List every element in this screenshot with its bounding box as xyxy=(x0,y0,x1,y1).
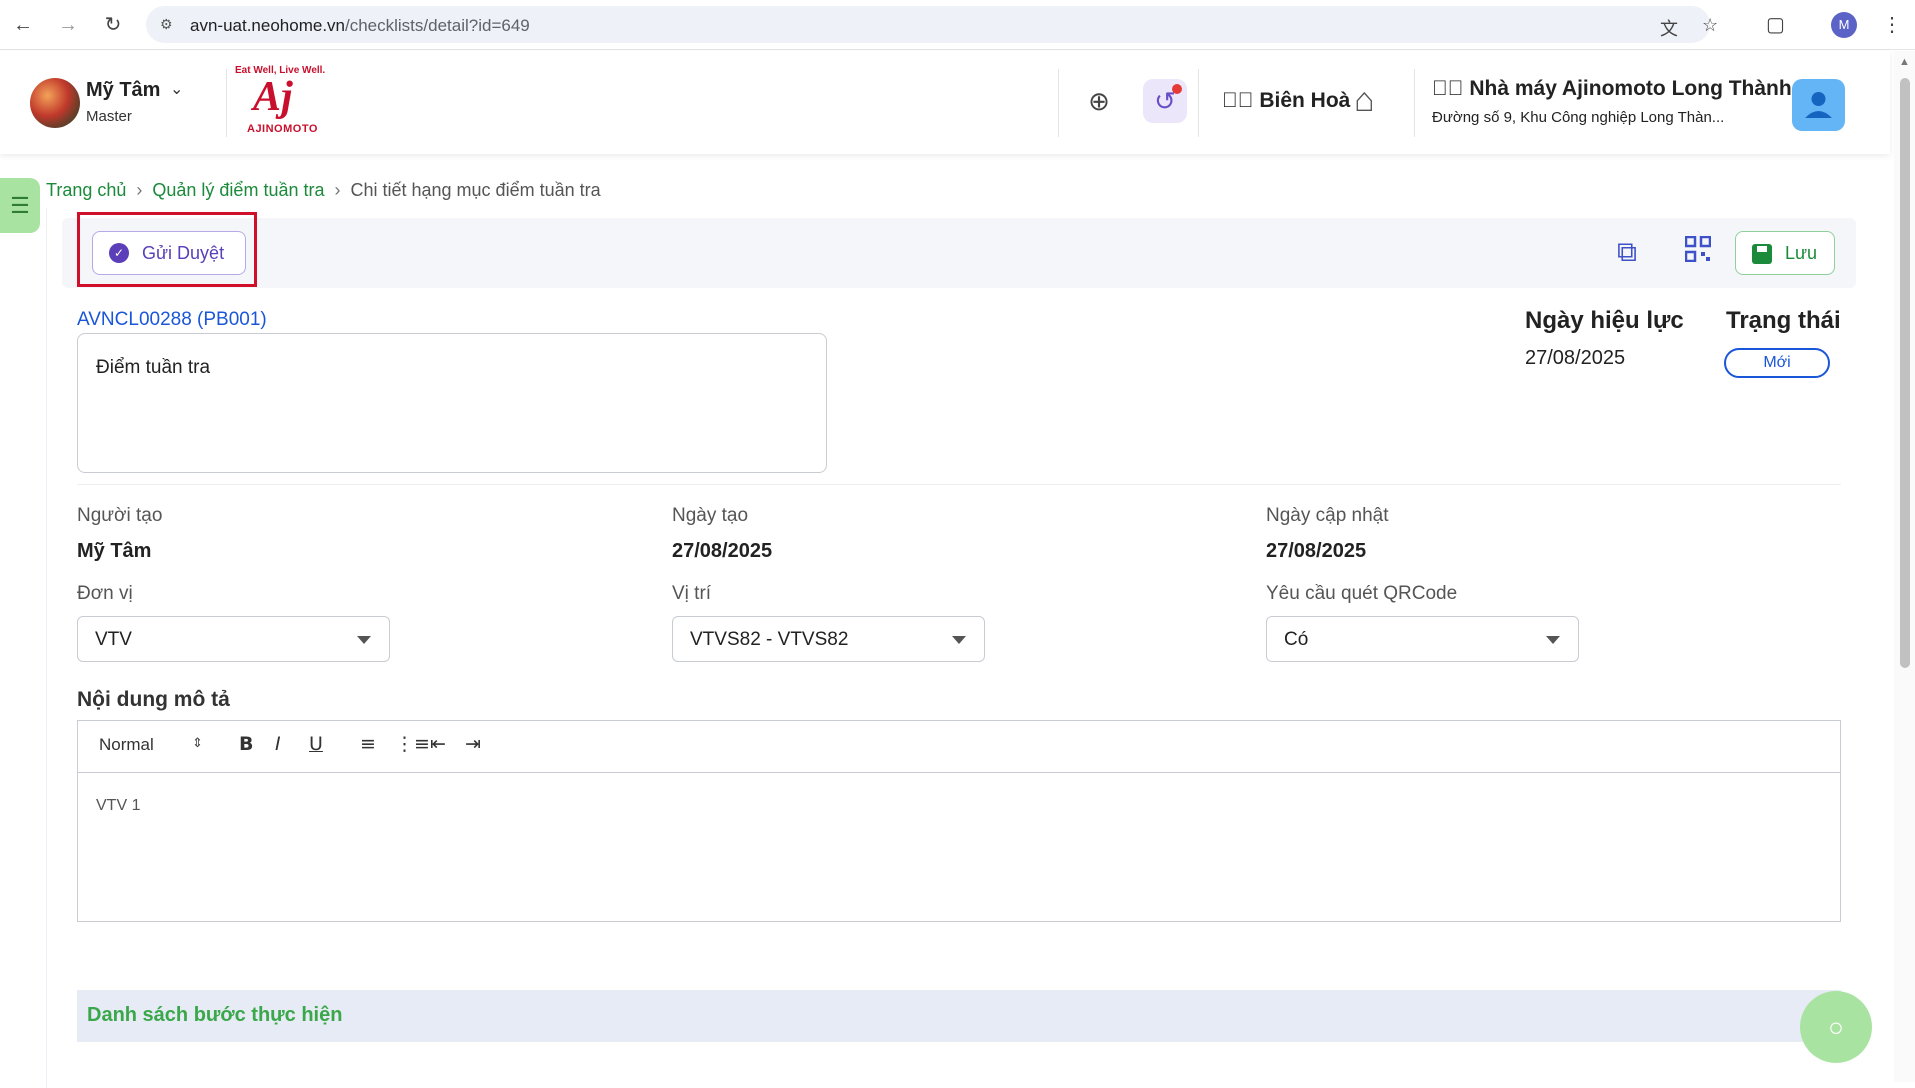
add-circle-icon[interactable]: ⊕ xyxy=(1077,79,1121,123)
caret-down-icon xyxy=(952,636,966,644)
back-icon[interactable]: ← xyxy=(10,12,36,38)
breadcrumb: Trang chủ › Quản lý điểm tuần tra › Chi tiết… xyxy=(46,180,601,201)
divider xyxy=(1058,69,1059,137)
user-avatar[interactable] xyxy=(30,78,80,128)
forward-icon[interactable]: → xyxy=(55,12,81,38)
sort-arrows-icon[interactable]: ⇕ xyxy=(192,735,203,751)
home-icon[interactable]: ⌂ xyxy=(1354,81,1375,120)
updated-date-label: Ngày cập nhật xyxy=(1266,505,1389,526)
unit-select-value: VTV xyxy=(95,629,132,650)
divider xyxy=(77,484,1841,485)
save-label: Lưu xyxy=(1785,243,1818,263)
user-name[interactable]: Mỹ Tâm xyxy=(86,79,160,102)
qr-code-icon[interactable] xyxy=(1684,235,1712,269)
bullet-list-icon[interactable]: ⋮≡ xyxy=(395,733,430,755)
chevron-down-icon[interactable]: ⌄ xyxy=(170,79,183,99)
divider xyxy=(1414,69,1415,137)
sidebar-toggle-icon[interactable]: ☰ xyxy=(0,178,40,233)
app-header: Mỹ Tâm ⌄ Master Eat Well, Live Well. Aj … xyxy=(0,51,1890,154)
bold-icon[interactable]: B xyxy=(239,733,253,755)
url-path: /checklists/detail?id=649 xyxy=(345,16,530,35)
caret-down-icon xyxy=(1546,636,1560,644)
profile-avatar[interactable]: M xyxy=(1831,12,1857,38)
breadcrumb-separator: › xyxy=(136,180,143,200)
scroll-up-arrow[interactable]: ▲ xyxy=(1899,56,1910,68)
outdent-icon[interactable]: ⇤ xyxy=(430,733,446,755)
ordered-list-icon[interactable]: ≡ xyxy=(360,733,376,755)
breadcrumb-section[interactable]: Quản lý điểm tuần tra xyxy=(152,180,324,200)
creator-value: Mỹ Tâm xyxy=(77,540,152,562)
qr-code-graphic xyxy=(1684,235,1712,263)
breadcrumb-separator: › xyxy=(334,180,341,200)
divider xyxy=(226,69,227,137)
unit-select[interactable]: VTV xyxy=(77,616,390,662)
logo-brand: AJINOMOTO xyxy=(247,123,318,135)
effective-date-value: 27/08/2025 xyxy=(1525,347,1626,369)
created-date-value: 27/08/2025 xyxy=(672,540,773,562)
save-button[interactable]: Lưu xyxy=(1735,231,1835,275)
divider xyxy=(1198,69,1199,137)
position-select[interactable]: VTVS82 - VTVS82 xyxy=(672,616,985,662)
editor-content[interactable]: VTV 1 xyxy=(96,797,140,815)
checklist-name-textarea[interactable]: Điểm tuần tra xyxy=(77,333,827,473)
description-title: Nội dung mô tả xyxy=(77,688,230,711)
chevron-circle-icon: ✓⃝ xyxy=(1222,89,1254,112)
bookmark-star-icon[interactable]: ☆ xyxy=(1702,15,1718,36)
breadcrumb-current: Chi tiết hạng mục điểm tuần tra xyxy=(350,180,601,200)
qr-required-label: Yêu cầu quét QRCode xyxy=(1266,583,1458,604)
qr-required-select-value: Có xyxy=(1284,629,1309,650)
factory-selector[interactable]: ✓⃝ Nhà máy Ajinomoto Long Thành xyxy=(1432,77,1792,101)
factory-name: Nhà máy Ajinomoto Long Thành xyxy=(1469,77,1792,100)
updated-date-value: 27/08/2025 xyxy=(1266,540,1367,562)
effective-date-label: Ngày hiệu lực xyxy=(1525,307,1684,334)
location-selector[interactable]: ✓⃝ Biên Hoà xyxy=(1222,89,1350,113)
site-info-icon[interactable]: ⚙ xyxy=(160,16,173,33)
save-icon xyxy=(1752,244,1772,264)
font-format-select[interactable]: Normal xyxy=(99,735,154,755)
caret-down-icon xyxy=(357,636,371,644)
user-profile-button[interactable] xyxy=(1792,79,1845,131)
creator-label: Người tạo xyxy=(77,505,163,526)
ajinomoto-logo: Eat Well, Live Well. Aj AJINOMOTO xyxy=(235,65,330,140)
indent-icon[interactable]: ⇥ xyxy=(465,733,481,755)
unit-label: Đơn vị xyxy=(77,583,133,604)
extensions-icon[interactable]: ▢ xyxy=(1766,12,1785,37)
position-select-value: VTVS82 - VTVS82 xyxy=(690,629,849,650)
status-badge: Mới xyxy=(1724,348,1830,378)
url-text[interactable]: avn-uat.neohome.vn/checklists/detail?id=… xyxy=(190,16,530,36)
italic-icon[interactable]: I xyxy=(275,733,281,755)
chat-bubble-icon[interactable]: ○ xyxy=(1800,991,1872,1063)
editor-toolbar: Normal ⇕ B I U ≡ ⋮≡ ⇤ ⇥ xyxy=(78,721,1840,773)
history-icon[interactable]: ↺ xyxy=(1143,79,1187,123)
status-label: Trạng thái xyxy=(1726,307,1841,334)
browser-toolbar: ← → ↻ ⚙ avn-uat.neohome.vn/checklists/de… xyxy=(0,0,1915,50)
chevron-circle-icon: ✓⃝ xyxy=(1432,77,1464,100)
copy-icon[interactable]: ⧉ xyxy=(1617,236,1637,269)
qr-required-select[interactable]: Có xyxy=(1266,616,1579,662)
factory-address: Đường số 9, Khu Công nghiệp Long Thàn... xyxy=(1432,109,1725,126)
rich-text-editor: Normal ⇕ B I U ≡ ⋮≡ ⇤ ⇥ VTV 1 xyxy=(77,720,1841,922)
person-icon xyxy=(1805,92,1832,118)
notification-dot xyxy=(1172,84,1182,94)
underline-icon[interactable]: U xyxy=(309,733,323,755)
translate-icon[interactable]: 文 xyxy=(1660,15,1678,41)
address-bar[interactable]: ⚙ avn-uat.neohome.vn/checklists/detail?i… xyxy=(146,6,1718,43)
steps-section-header[interactable]: Danh sách bước thực hiện xyxy=(77,990,1841,1042)
checklist-name-value: Điểm tuần tra xyxy=(96,357,211,378)
action-toolbar xyxy=(62,218,1856,288)
location-name: Biên Hoà xyxy=(1259,89,1351,112)
menu-kebab-icon[interactable]: ⋮ xyxy=(1882,12,1902,37)
created-date-label: Ngày tạo xyxy=(672,505,749,526)
user-role: Master xyxy=(86,108,132,125)
position-label: Vị trí xyxy=(672,583,712,604)
reload-icon[interactable]: ↻ xyxy=(100,12,126,38)
logo-mark: Aj xyxy=(253,74,293,120)
checklist-code: AVNCL00288 (PB001) xyxy=(77,309,267,330)
steps-title: Danh sách bước thực hiện xyxy=(87,1004,343,1026)
scrollbar-thumb[interactable] xyxy=(1900,78,1910,668)
breadcrumb-home[interactable]: Trang chủ xyxy=(46,180,126,200)
url-host: avn-uat.neohome.vn xyxy=(190,16,345,35)
annotation-highlight-box xyxy=(77,212,257,287)
